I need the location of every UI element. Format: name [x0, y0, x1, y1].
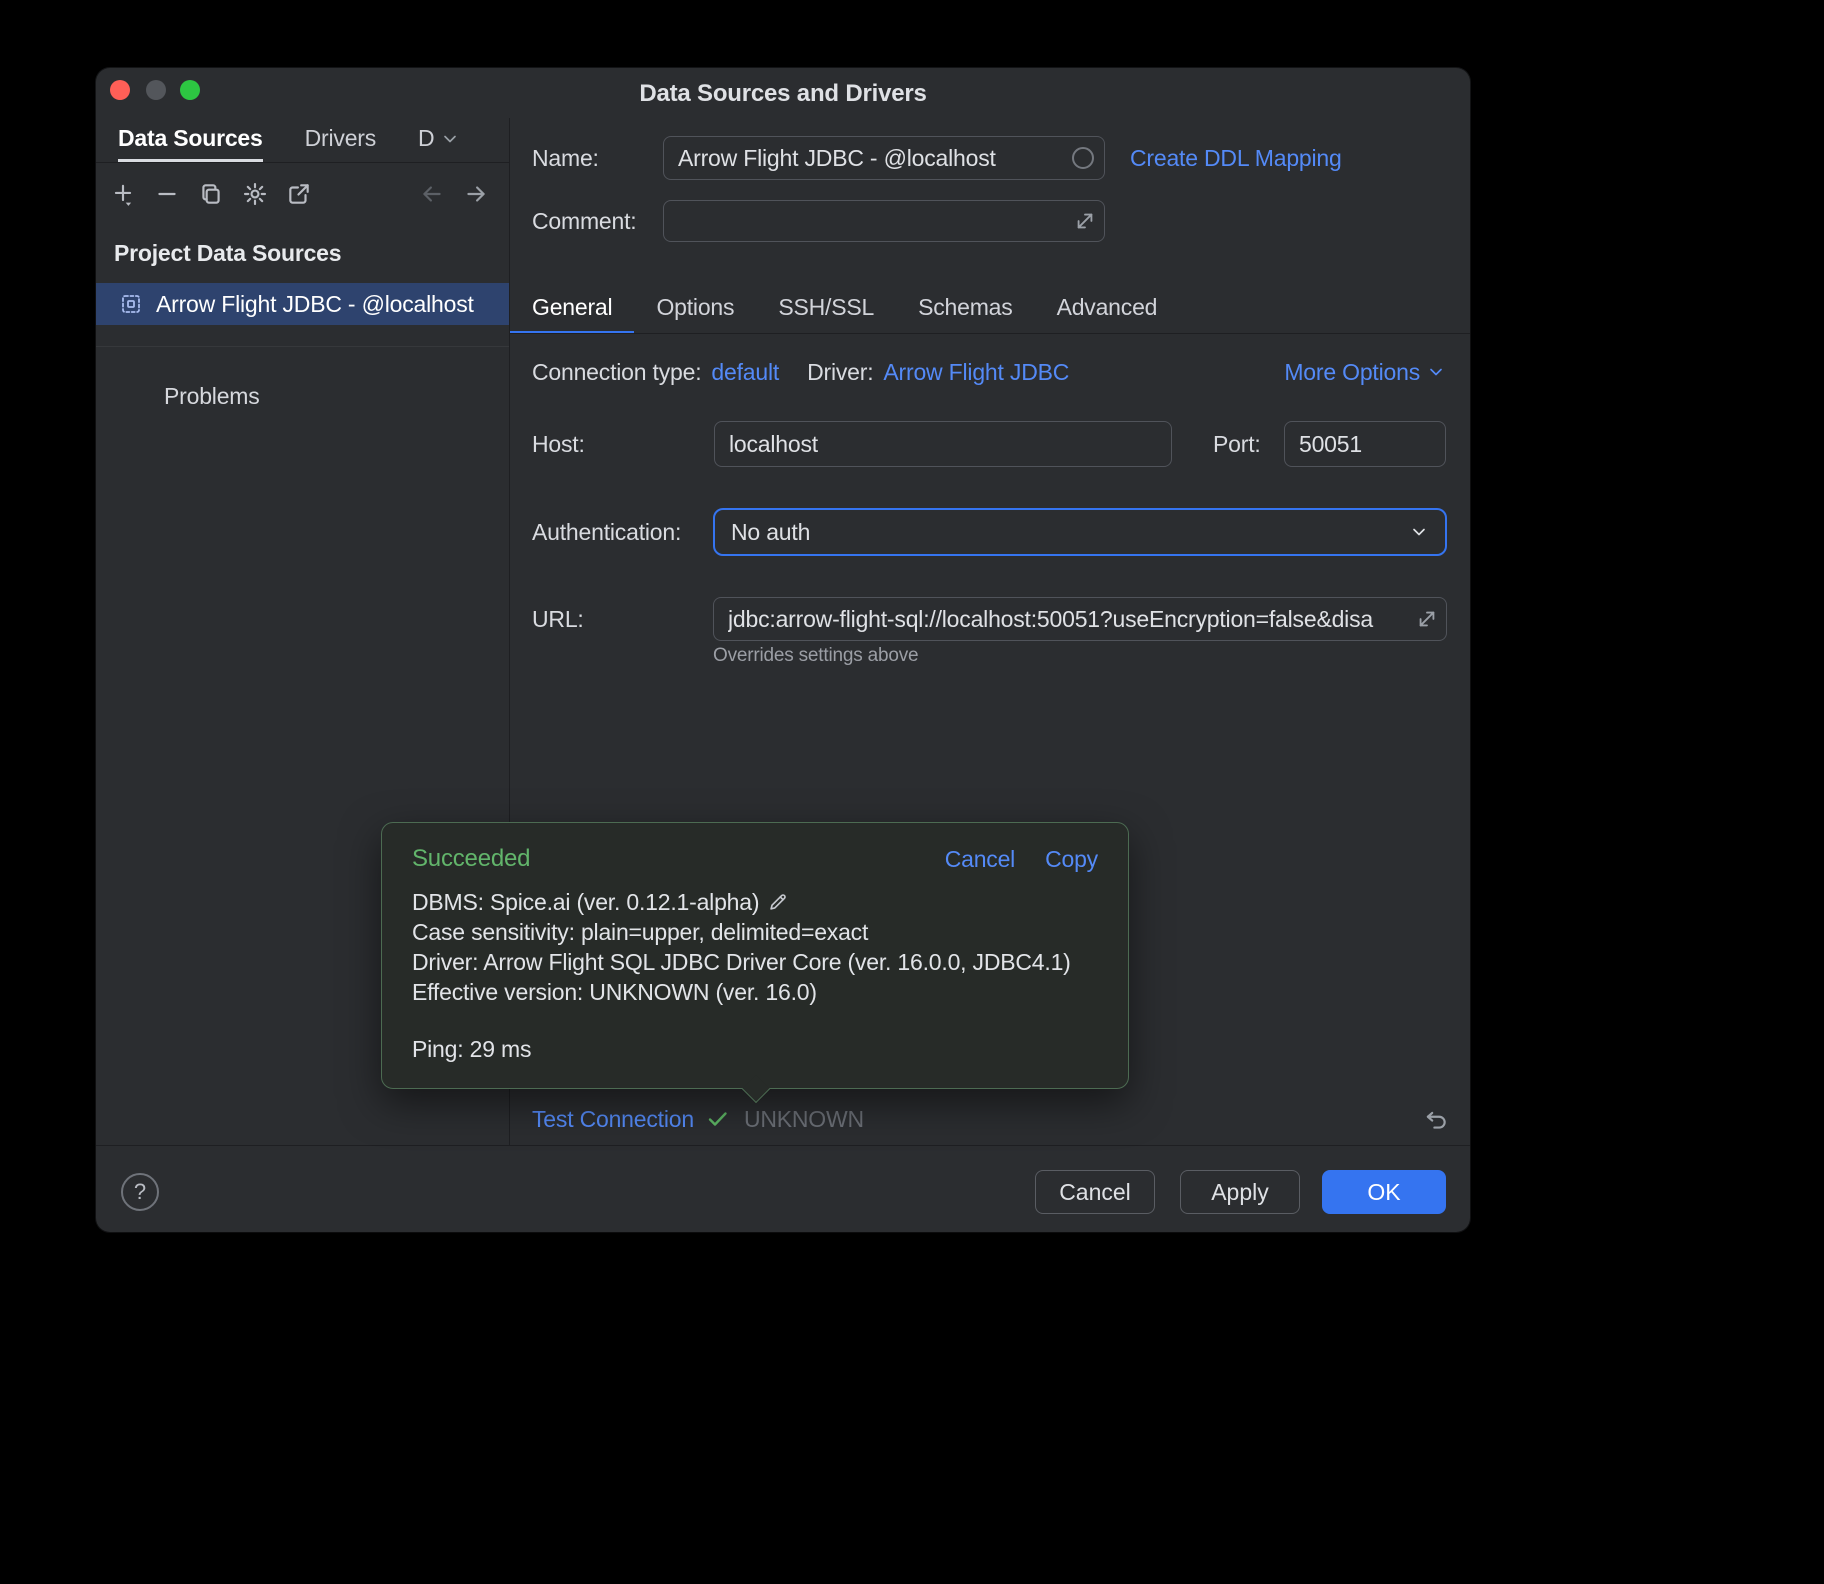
status-succeeded: Succeeded [412, 845, 530, 873]
export-button[interactable] [282, 177, 316, 211]
more-options-link[interactable]: More Options [1284, 359, 1446, 386]
more-options-label: More Options [1284, 359, 1420, 386]
url-note: Overrides settings above [713, 645, 918, 667]
data-sources-dialog: Data Sources and Drivers Data Sources Dr… [96, 68, 1470, 1232]
popup-header: Succeeded Cancel Copy [412, 843, 1098, 875]
tab-ddl-label: D [418, 125, 434, 152]
plus-icon [110, 181, 136, 207]
popup-copy-link[interactable]: Copy [1045, 846, 1098, 873]
effective-version-line: Effective version: UNKNOWN (ver. 16.0) [412, 977, 1098, 1007]
url-input[interactable] [713, 597, 1447, 641]
duplicate-button[interactable] [194, 177, 228, 211]
create-ddl-mapping-link[interactable]: Create DDL Mapping [1130, 138, 1342, 178]
connection-type-row: Connection type: default Driver: Arrow F… [532, 353, 1446, 391]
port-input[interactable] [1284, 421, 1446, 467]
test-connection-link[interactable]: Test Connection [532, 1106, 694, 1133]
test-connection-status: UNKNOWN [744, 1106, 864, 1133]
comment-input[interactable] [663, 200, 1105, 242]
comment-field-wrap [663, 200, 1105, 242]
url-field-wrap [713, 597, 1447, 641]
driver-label: Driver: [807, 359, 873, 386]
expand-icon[interactable] [1416, 608, 1438, 630]
driver-line: Driver: Arrow Flight SQL JDBC Driver Cor… [412, 947, 1098, 977]
popup-cancel-link[interactable]: Cancel [945, 846, 1015, 873]
ok-button[interactable]: OK [1322, 1170, 1446, 1214]
sidebar-tabs: Data Sources Drivers D [96, 118, 509, 163]
arrow-right-icon [463, 181, 489, 207]
tab-schemas[interactable]: Schemas [896, 284, 1034, 334]
problems-label: Problems [164, 383, 260, 410]
name-field-wrap [663, 136, 1105, 180]
arrow-left-icon [419, 181, 445, 207]
popup-body: DBMS: Spice.ai (ver. 0.12.1-alpha) Case … [412, 887, 1098, 1064]
edit-pencil-icon[interactable] [767, 891, 789, 913]
connection-type-value-link[interactable]: default [711, 359, 779, 386]
settings-tabs: General Options SSH/SSL Schemas Advanced [510, 284, 1179, 334]
name-label: Name: [532, 138, 599, 178]
case-sensitivity-line: Case sensitivity: plain=upper, delimited… [412, 917, 1098, 947]
sidebar-separator [96, 346, 509, 347]
apply-button[interactable]: Apply [1180, 1170, 1300, 1214]
host-label: Host: [532, 424, 585, 464]
tab-drivers-label: Drivers [305, 125, 376, 152]
tabs-separator [510, 333, 1470, 334]
authentication-select[interactable]: No auth [713, 508, 1447, 556]
project-data-sources-header: Project Data Sources [114, 240, 341, 267]
connection-type-label: Connection type: [532, 359, 701, 386]
authentication-value: No auth [731, 519, 810, 546]
add-data-source-button[interactable] [106, 177, 140, 211]
comment-label: Comment: [532, 201, 636, 241]
tab-advanced[interactable]: Advanced [1035, 284, 1180, 334]
ping-line: Ping: 29 ms [412, 1034, 1098, 1064]
test-connection-result-popup: Succeeded Cancel Copy DBMS: Spice.ai (ve… [381, 822, 1129, 1089]
test-connection-row: Test Connection UNKNOWN [532, 1100, 864, 1138]
back-button[interactable] [415, 177, 449, 211]
popup-links: Cancel Copy [945, 846, 1098, 873]
sidebar-item-problems[interactable]: Problems [164, 378, 260, 414]
export-icon [286, 181, 312, 207]
tab-ddl-mappings-truncated[interactable]: D [418, 118, 460, 162]
revert-button[interactable] [1418, 1102, 1454, 1138]
remove-data-source-button[interactable] [150, 177, 184, 211]
cancel-button[interactable]: Cancel [1035, 1170, 1155, 1214]
tab-data-sources-label: Data Sources [118, 125, 263, 152]
footer-separator [96, 1145, 1470, 1146]
url-label: URL: [532, 599, 584, 639]
question-mark-icon: ? [134, 1179, 146, 1205]
expand-icon[interactable] [1074, 210, 1096, 232]
spinner-ring-icon [1072, 147, 1094, 169]
dbms-line: DBMS: Spice.ai (ver. 0.12.1-alpha) [412, 887, 1098, 917]
data-source-list-item-selected[interactable]: Arrow Flight JDBC - @localhost [96, 283, 509, 325]
tab-options[interactable]: Options [634, 284, 756, 334]
dbms-text: DBMS: Spice.ai (ver. 0.12.1-alpha) [412, 887, 759, 917]
sidebar-toolbar [96, 174, 509, 214]
port-field-wrap [1284, 421, 1446, 467]
duplicate-icon [198, 181, 224, 207]
popup-pointer [742, 1075, 770, 1103]
data-source-name: Arrow Flight JDBC - @localhost [156, 291, 474, 318]
port-label: Port: [1213, 424, 1261, 464]
tab-general[interactable]: General [510, 284, 634, 334]
gear-icon [242, 181, 268, 207]
settings-button[interactable] [238, 177, 272, 211]
forward-button[interactable] [459, 177, 493, 211]
name-input[interactable] [663, 136, 1105, 180]
host-field-wrap [714, 421, 1172, 467]
data-source-icon [119, 292, 143, 316]
help-button[interactable]: ? [121, 1173, 159, 1211]
tab-drivers[interactable]: Drivers [305, 118, 376, 162]
tab-data-sources[interactable]: Data Sources [118, 118, 263, 162]
driver-value-link[interactable]: Arrow Flight JDBC [883, 359, 1069, 386]
check-icon [706, 1107, 730, 1131]
authentication-label: Authentication: [532, 512, 681, 552]
host-input[interactable] [714, 421, 1172, 467]
tab-ssh-ssl[interactable]: SSH/SSL [756, 284, 896, 334]
chevron-down-icon [440, 129, 460, 149]
chevron-down-icon [1409, 522, 1429, 542]
undo-icon [1423, 1107, 1449, 1133]
chevron-down-icon [1426, 362, 1446, 382]
minus-icon [154, 181, 180, 207]
window-title: Data Sources and Drivers [96, 74, 1470, 114]
